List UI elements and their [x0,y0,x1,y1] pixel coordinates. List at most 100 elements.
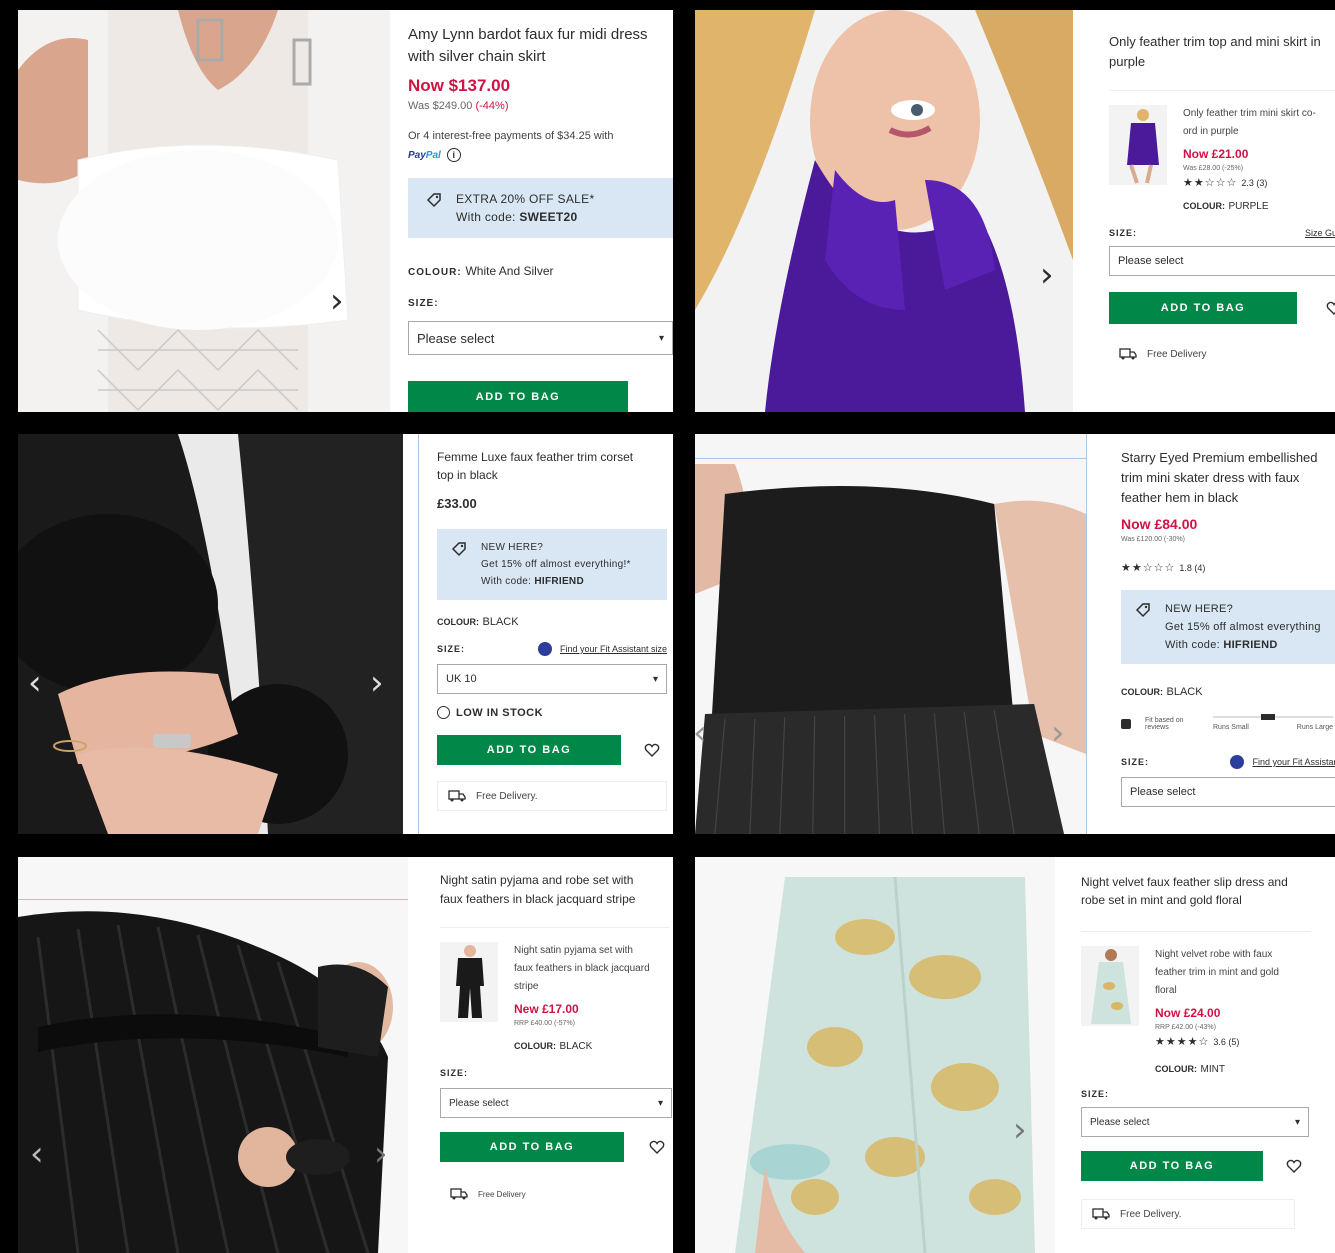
thumbnail-photo [1081,946,1139,1026]
size-row: SIZE: Find your Fit Assistant [1121,755,1335,769]
fit-assistant-link[interactable]: Find your Fit Assistant [1252,757,1335,767]
promo-banner: EXTRA 20% OFF SALE* With code: SWEET20 [408,178,673,238]
product-panel-4: ‹ › Starry Eyed Premium embellished trim… [695,434,1335,834]
fit-assistant-icon [537,642,552,656]
low-stock-notice: LOW IN STOCK [437,706,667,719]
chevron-right-icon[interactable]: › [370,666,384,700]
sub-product-title: Night satin pyjama set with faux feather… [514,945,650,992]
chevron-right-icon[interactable]: › [374,1137,388,1171]
add-to-bag-button[interactable]: ADD TO BAG [1081,1151,1263,1181]
product-photo [695,10,1073,412]
add-to-bag-button[interactable]: ADD TO BAG [1109,292,1297,324]
heart-icon[interactable] [637,735,667,765]
free-delivery-text: Free Delivery [1147,348,1207,360]
fit-assistant[interactable]: Find your Fit Assistant [1230,755,1335,769]
chevron-left-icon[interactable]: ‹ [695,716,707,750]
sub-colour-row: COLOUR: MINT [1155,1064,1225,1075]
truck-icon [1092,1208,1110,1220]
clock-icon [437,706,450,719]
product-photo [18,10,390,412]
product-image[interactable]: ‹ › [18,434,403,834]
sub-product: Only feather trim mini skirt co-ord in p… [1109,90,1335,212]
product-image[interactable]: › [18,10,390,412]
size-label: SIZE: [1121,757,1150,767]
fit-assistant-icon [1230,755,1245,769]
sub-was-price: RRP £42.00 (-43%) [1155,1024,1216,1031]
product-image[interactable]: ‹ › [18,857,408,1253]
fit-based-on-reviews: Fit based on reviews Runs Small Runs Larg… [1121,714,1335,731]
size-select[interactable]: Please select ▾ [1081,1107,1309,1137]
heart-icon[interactable] [1319,293,1335,323]
size-select[interactable]: Please select [1121,777,1335,807]
sub-sale-price: New £17.00 [514,1002,579,1016]
free-delivery-text: Free Delivery. [476,790,538,802]
product-info: Only feather trim top and mini skirt in … [1109,10,1335,412]
sub-colour-row: COLOUR: PURPLE [1183,201,1269,212]
product-panel-2: › Only feather trim top and mini skirt i… [695,10,1335,412]
price: £33.00 [437,496,477,511]
product-image[interactable]: › [695,10,1073,412]
size-placeholder: Please select [1130,786,1196,798]
sub-was-price: Was £28.00 (-25%) [1183,165,1244,172]
tag-icon [426,193,441,208]
size-placeholder: Please select [449,1097,509,1109]
tag-icon [1135,603,1150,618]
chevron-left-icon[interactable]: ‹ [30,1137,44,1171]
truck-icon [1119,348,1137,360]
size-select[interactable]: Please select ▾ [408,321,673,355]
product-title: Femme Luxe faux feather trim corset top … [437,450,634,482]
promo-line: Get 15% off almost everything [1165,621,1321,633]
chevron-right-icon[interactable]: › [330,284,344,318]
colour-row: COLOUR: BLACK [1121,686,1203,698]
sub-product: Night velvet robe with faux feather trim… [1081,931,1311,1075]
thumbnail-photo [440,942,498,1022]
installments-text: Or 4 interest-free payments of $34.25 wi… [408,130,614,142]
fit-icon [1121,718,1131,729]
product-title: Amy Lynn bardot faux fur midi dress with… [408,26,648,65]
heart-icon[interactable] [642,1132,672,1162]
rating-stars: ★★★★☆ 3.6 (5) [1155,1036,1240,1048]
was-price: Was $249.00 (-44%) [408,100,509,112]
promo-banner: NEW HERE? Get 15% off almost everything … [1121,590,1335,664]
sub-was-price: RRP £40.00 (-57%) [514,1020,575,1027]
fit-assistant-link[interactable]: Find your Fit Assistant size [560,644,667,654]
add-to-bag-button[interactable]: ADD TO BAG [437,735,621,765]
sub-colour-row: COLOUR: BLACK [514,1041,593,1052]
chevron-down-icon: ▾ [657,1097,663,1109]
promo-line: NEW HERE? [481,542,544,553]
product-image[interactable]: ‹ › [695,434,1087,834]
was-price: Was £120.00 (-30%) [1121,536,1185,543]
sub-product-thumbnail[interactable] [1109,105,1167,185]
product-info: Amy Lynn bardot faux fur midi dress with… [408,10,673,412]
promo-line: EXTRA 20% OFF SALE* [456,192,595,206]
delivery-row: Free Delivery. [437,781,667,811]
chevron-right-icon[interactable]: › [1051,716,1065,750]
promo-code-line: With code: SWEET20 [456,210,578,224]
size-select[interactable]: Please select ▾ [440,1088,672,1118]
size-select[interactable]: Please select ▾ [1109,246,1335,276]
size-label: SIZE: [1109,228,1138,238]
promo-line: NEW HERE? [1165,603,1234,615]
sub-product-thumbnail[interactable] [440,942,498,1022]
add-to-bag-button[interactable]: ADD TO BAG [440,1132,624,1162]
sub-product-thumbnail[interactable] [1081,946,1139,1026]
sub-sale-price: Now £21.00 [1183,147,1249,161]
heart-icon[interactable] [1279,1151,1309,1181]
product-image[interactable]: › [695,857,1055,1253]
delivery-row: Free Delivery [1109,340,1335,368]
fit-scale [1213,714,1333,720]
add-to-bag-button[interactable]: ADD TO BAG [408,381,628,412]
size-select[interactable]: UK 10 ▾ [437,664,667,694]
chevron-right-icon[interactable]: › [1040,258,1054,292]
size-label: SIZE: [440,1068,469,1078]
size-row: SIZE: Size Guide [1109,228,1335,238]
chevron-left-icon[interactable]: ‹ [28,666,42,700]
fit-text: Fit based on reviews [1145,716,1184,731]
size-row: SIZE: Find your Fit Assistant size [437,642,667,656]
sale-price: Now £84.00 [1121,516,1198,532]
info-icon[interactable]: i [446,148,461,162]
chevron-right-icon[interactable]: › [1013,1113,1027,1147]
size-guide-link[interactable]: Size Guide [1305,228,1335,238]
rating-stars: ★★☆☆☆ 2.3 (3) [1183,177,1268,189]
fit-assistant[interactable]: Find your Fit Assistant size [537,642,667,656]
